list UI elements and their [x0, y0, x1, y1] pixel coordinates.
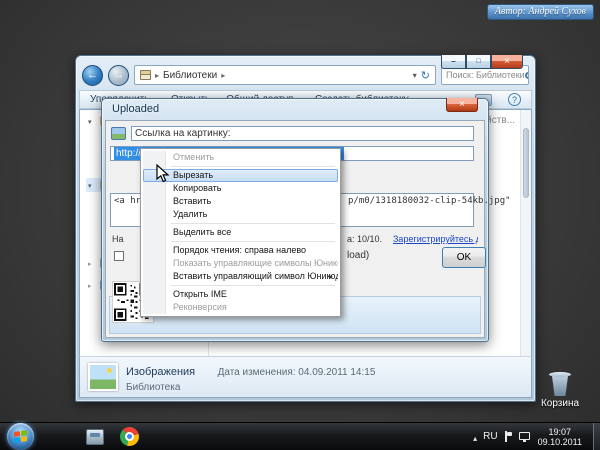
taskbar-app-icon[interactable] [82, 424, 108, 450]
menu-item-reconversion: Реконверсия [143, 301, 338, 314]
item-kind-label: Библиотека [126, 382, 375, 393]
breadcrumb-item-libraries[interactable]: Библиотеки [163, 70, 217, 81]
menu-item-paste[interactable]: Вставить [143, 195, 338, 208]
libraries-icon [140, 70, 151, 80]
refresh-icon[interactable] [421, 69, 430, 82]
maximize-button[interactable] [466, 55, 491, 69]
forward-button[interactable] [108, 65, 129, 86]
help-icon[interactable] [508, 93, 521, 106]
chevron-right-icon[interactable] [221, 70, 225, 81]
show-desktop-button[interactable] [593, 423, 600, 450]
checkbox[interactable] [114, 251, 124, 261]
start-button[interactable] [7, 423, 34, 450]
language-indicator[interactable]: RU [483, 431, 497, 442]
code-text-fragment: p/m0/1318180032-clip-54kb.jpg" [348, 196, 511, 206]
scrollbar[interactable] [520, 110, 531, 356]
clock[interactable]: 19:07 09.10.2011 [538, 427, 582, 447]
window-controls [441, 55, 523, 69]
action-center-icon[interactable] [504, 431, 513, 442]
address-bar[interactable]: Библиотеки [134, 65, 436, 85]
minimize-button[interactable] [441, 55, 466, 69]
chevron-right-icon[interactable] [155, 70, 159, 81]
date-label: 09.10.2011 [538, 437, 582, 447]
desktop: Автор: Андрей Сухов Библиотеки Поиск: Би… [0, 0, 600, 450]
app-icon [86, 429, 104, 445]
picture-icon [111, 127, 126, 140]
link-label-text: Ссылка на картинку: [135, 128, 231, 139]
ok-button[interactable]: OK [442, 247, 486, 268]
menu-item-cut[interactable]: Вырезать [143, 169, 338, 182]
menu-item-delete[interactable]: Удалить [143, 208, 338, 221]
dialog-title: Uploaded [112, 103, 159, 115]
recycle-bin-icon [549, 372, 571, 377]
selected-item-name: Изображения [126, 366, 195, 378]
scrollbar-thumb[interactable] [523, 128, 529, 198]
menu-item-undo: Отменить [143, 151, 338, 164]
submenu-arrow-icon [329, 270, 333, 283]
menu-separator [171, 223, 335, 224]
network-tray-icon[interactable] [519, 432, 530, 440]
link-label-field[interactable]: Ссылка на картинку: [131, 126, 474, 141]
checkbox-label-fragment: load) [347, 250, 369, 261]
taskbar-apps [82, 424, 142, 450]
chrome-logo-icon [120, 427, 139, 446]
expand-arrow-icon[interactable] [88, 280, 96, 291]
time-label: 19:07 [538, 427, 582, 437]
menu-item-show-unicode-controls: Показать управляющие символы Юникода [143, 257, 338, 270]
search-icon [525, 72, 529, 79]
recycle-bin-icon[interactable] [551, 374, 569, 396]
expand-arrow-icon[interactable] [88, 258, 96, 269]
chrome-icon[interactable] [116, 424, 142, 450]
details-pane: Изображения Дата изменения: 04.09.2011 1… [79, 356, 532, 398]
menu-item-open-ime[interactable]: Открыть IME [143, 288, 338, 301]
taskbar: RU 19:07 09.10.2011 [0, 422, 600, 450]
context-menu: Отменить Вырезать Копировать Вставить Уд… [140, 148, 341, 317]
register-link[interactable]: Зарегистрируйтесь для большего! [393, 234, 478, 244]
close-icon[interactable] [491, 55, 523, 69]
windows-logo-icon [14, 430, 27, 443]
rating-text-fragment: а: 10/10. [347, 234, 382, 244]
expand-arrow-icon[interactable] [88, 180, 96, 191]
system-tray: RU 19:07 09.10.2011 [473, 423, 600, 450]
date-modified-label: Дата изменения: 04.09.2011 14:15 [218, 367, 376, 378]
history-dropdown-icon[interactable] [413, 70, 417, 81]
recycle-bin-label: Корзина [534, 398, 586, 409]
menu-separator [171, 241, 335, 242]
menu-item-reading-order[interactable]: Порядок чтения: справа налево [143, 244, 338, 257]
hidden-icons-arrow[interactable] [473, 428, 477, 446]
back-button[interactable] [82, 65, 103, 86]
menu-item-insert-unicode-control[interactable]: Вставить управляющий символ Юникода [143, 270, 338, 283]
author-credit: Автор: Андрей Сухов [487, 4, 594, 20]
recycle-bin[interactable]: Корзина [534, 372, 586, 409]
rating-text-prefix: На [112, 234, 124, 244]
details-text: Изображения Дата изменения: 04.09.2011 1… [126, 362, 375, 393]
search-text: Поиск: Библиотеки [446, 70, 525, 80]
menu-item-copy[interactable]: Копировать [143, 182, 338, 195]
menu-separator [171, 166, 335, 167]
menu-separator [171, 285, 335, 286]
menu-item-select-all[interactable]: Выделить все [143, 226, 338, 239]
dialog-close-icon[interactable] [446, 98, 478, 112]
expand-arrow-icon[interactable] [88, 116, 96, 127]
mouse-cursor [156, 164, 170, 184]
pictures-library-thumbnail-icon [88, 363, 118, 391]
